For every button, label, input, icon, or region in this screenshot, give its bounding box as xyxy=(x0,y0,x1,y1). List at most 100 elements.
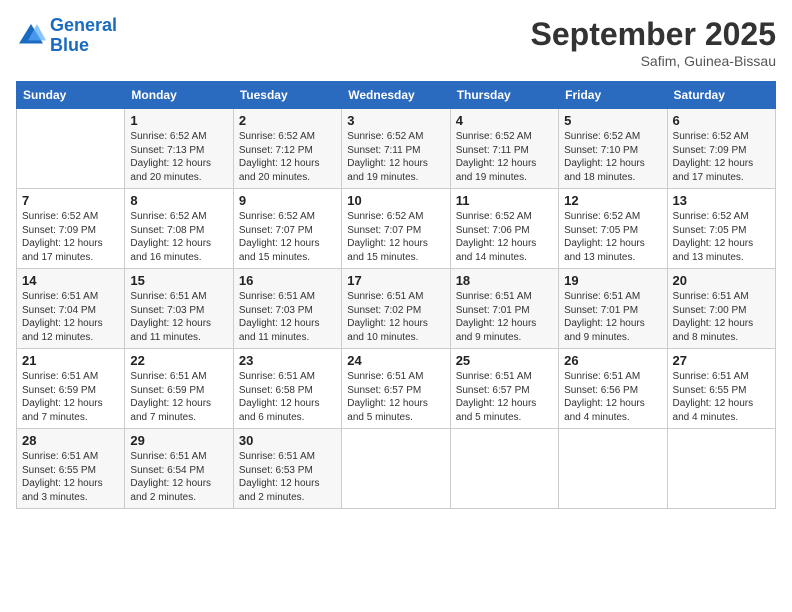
logo: General Blue xyxy=(16,16,117,56)
day-info: Sunrise: 6:51 AM Sunset: 7:03 PM Dayligh… xyxy=(130,290,227,344)
day-number: 3 xyxy=(347,113,444,128)
day-info: Sunrise: 6:51 AM Sunset: 6:57 PM Dayligh… xyxy=(456,370,553,424)
day-number: 28 xyxy=(22,433,119,448)
calendar-cell: 11 Sunrise: 6:52 AM Sunset: 7:06 PM Dayli… xyxy=(450,189,558,269)
day-info: Sunrise: 6:52 AM Sunset: 7:07 PM Dayligh… xyxy=(347,210,444,264)
day-number: 24 xyxy=(347,353,444,368)
calendar-cell: 4 Sunrise: 6:52 AM Sunset: 7:11 PM Daylig… xyxy=(450,109,558,189)
weekday-header: Tuesday xyxy=(233,82,341,109)
day-number: 11 xyxy=(456,193,553,208)
day-number: 2 xyxy=(239,113,336,128)
day-info: Sunrise: 6:52 AM Sunset: 7:06 PM Dayligh… xyxy=(456,210,553,264)
day-info: Sunrise: 6:52 AM Sunset: 7:13 PM Dayligh… xyxy=(130,130,227,184)
day-info: Sunrise: 6:51 AM Sunset: 6:56 PM Dayligh… xyxy=(564,370,661,424)
calendar-week-row: 7Sunrise: 6:52 AM Sunset: 7:09 PM Daylig… xyxy=(17,189,776,269)
day-info: Sunrise: 6:51 AM Sunset: 6:53 PM Dayligh… xyxy=(239,450,336,504)
day-info: Sunrise: 6:51 AM Sunset: 7:01 PM Dayligh… xyxy=(456,290,553,344)
calendar-week-row: 28 Sunrise: 6:51 AM Sunset: 6:55 PM Dayli… xyxy=(17,429,776,509)
calendar-cell: 5 Sunrise: 6:52 AM Sunset: 7:10 PM Daylig… xyxy=(559,109,667,189)
day-info: Sunrise: 6:51 AM Sunset: 7:02 PM Dayligh… xyxy=(347,290,444,344)
calendar-cell: 19 Sunrise: 6:51 AM Sunset: 7:01 PM Dayli… xyxy=(559,269,667,349)
day-info: Sunrise: 6:51 AM Sunset: 6:55 PM Dayligh… xyxy=(22,450,119,504)
calendar-cell: 12Sunrise: 6:52 AM Sunset: 7:05 PM Dayli… xyxy=(559,189,667,269)
day-info: Sunrise: 6:51 AM Sunset: 7:03 PM Dayligh… xyxy=(239,290,336,344)
day-number: 10 xyxy=(347,193,444,208)
day-number: 7 xyxy=(22,193,119,208)
day-number: 8 xyxy=(130,193,227,208)
weekday-header: Friday xyxy=(559,82,667,109)
day-number: 16 xyxy=(239,273,336,288)
day-info: Sunrise: 6:51 AM Sunset: 6:55 PM Dayligh… xyxy=(673,370,770,424)
day-info: Sunrise: 6:51 AM Sunset: 6:59 PM Dayligh… xyxy=(22,370,119,424)
calendar-cell: 24 Sunrise: 6:51 AM Sunset: 6:57 PM Dayli… xyxy=(342,349,450,429)
calendar-cell: 21Sunrise: 6:51 AM Sunset: 6:59 PM Dayli… xyxy=(17,349,125,429)
weekday-header: Monday xyxy=(125,82,233,109)
day-number: 18 xyxy=(456,273,553,288)
logo-line1: General xyxy=(50,15,117,35)
calendar-cell: 27Sunrise: 6:51 AM Sunset: 6:55 PM Dayli… xyxy=(667,349,775,429)
calendar-cell: 20 Sunrise: 6:51 AM Sunset: 7:00 PM Dayli… xyxy=(667,269,775,349)
logo-text: General Blue xyxy=(50,16,117,56)
calendar-cell: 2 Sunrise: 6:52 AM Sunset: 7:12 PM Daylig… xyxy=(233,109,341,189)
calendar-week-row: 1 Sunrise: 6:52 AM Sunset: 7:13 PM Daylig… xyxy=(17,109,776,189)
calendar-cell: 13 Sunrise: 6:52 AM Sunset: 7:05 PM Dayli… xyxy=(667,189,775,269)
day-info: Sunrise: 6:52 AM Sunset: 7:05 PM Dayligh… xyxy=(673,210,770,264)
calendar-cell: 26Sunrise: 6:51 AM Sunset: 6:56 PM Dayli… xyxy=(559,349,667,429)
day-info: Sunrise: 6:51 AM Sunset: 7:01 PM Dayligh… xyxy=(564,290,661,344)
day-info: Sunrise: 6:51 AM Sunset: 6:57 PM Dayligh… xyxy=(347,370,444,424)
calendar-cell: 6Sunrise: 6:52 AM Sunset: 7:09 PM Daylig… xyxy=(667,109,775,189)
day-number: 30 xyxy=(239,433,336,448)
day-info: Sunrise: 6:52 AM Sunset: 7:12 PM Dayligh… xyxy=(239,130,336,184)
logo-line2: Blue xyxy=(50,35,89,55)
day-number: 15 xyxy=(130,273,227,288)
title-block: September 2025 Safim, Guinea-Bissau xyxy=(531,16,776,69)
day-number: 1 xyxy=(130,113,227,128)
calendar-cell: 29 Sunrise: 6:51 AM Sunset: 6:54 PM Dayli… xyxy=(125,429,233,509)
calendar-week-row: 21Sunrise: 6:51 AM Sunset: 6:59 PM Dayli… xyxy=(17,349,776,429)
calendar-cell: 9 Sunrise: 6:52 AM Sunset: 7:07 PM Daylig… xyxy=(233,189,341,269)
weekday-header: Wednesday xyxy=(342,82,450,109)
day-number: 13 xyxy=(673,193,770,208)
day-number: 14 xyxy=(22,273,119,288)
day-info: Sunrise: 6:52 AM Sunset: 7:09 PM Dayligh… xyxy=(673,130,770,184)
calendar-week-row: 14Sunrise: 6:51 AM Sunset: 7:04 PM Dayli… xyxy=(17,269,776,349)
calendar-cell xyxy=(559,429,667,509)
location: Safim, Guinea-Bissau xyxy=(531,53,776,69)
day-number: 20 xyxy=(673,273,770,288)
page-header: General Blue September 2025 Safim, Guine… xyxy=(16,16,776,69)
calendar-table: SundayMondayTuesdayWednesdayThursdayFrid… xyxy=(16,81,776,509)
day-number: 9 xyxy=(239,193,336,208)
day-info: Sunrise: 6:52 AM Sunset: 7:08 PM Dayligh… xyxy=(130,210,227,264)
day-info: Sunrise: 6:51 AM Sunset: 6:54 PM Dayligh… xyxy=(130,450,227,504)
calendar-cell: 15 Sunrise: 6:51 AM Sunset: 7:03 PM Dayli… xyxy=(125,269,233,349)
calendar-cell: 18 Sunrise: 6:51 AM Sunset: 7:01 PM Dayli… xyxy=(450,269,558,349)
logo-icon xyxy=(16,21,46,51)
calendar-cell: 17 Sunrise: 6:51 AM Sunset: 7:02 PM Dayli… xyxy=(342,269,450,349)
day-number: 4 xyxy=(456,113,553,128)
day-number: 25 xyxy=(456,353,553,368)
day-info: Sunrise: 6:52 AM Sunset: 7:11 PM Dayligh… xyxy=(347,130,444,184)
calendar-cell: 22 Sunrise: 6:51 AM Sunset: 6:59 PM Dayli… xyxy=(125,349,233,429)
day-number: 29 xyxy=(130,433,227,448)
day-number: 23 xyxy=(239,353,336,368)
day-number: 22 xyxy=(130,353,227,368)
calendar-cell: 30 Sunrise: 6:51 AM Sunset: 6:53 PM Dayli… xyxy=(233,429,341,509)
day-number: 5 xyxy=(564,113,661,128)
day-info: Sunrise: 6:52 AM Sunset: 7:11 PM Dayligh… xyxy=(456,130,553,184)
month-title: September 2025 xyxy=(531,16,776,53)
calendar-cell xyxy=(450,429,558,509)
calendar-cell: 28 Sunrise: 6:51 AM Sunset: 6:55 PM Dayli… xyxy=(17,429,125,509)
calendar-cell: 10 Sunrise: 6:52 AM Sunset: 7:07 PM Dayli… xyxy=(342,189,450,269)
day-info: Sunrise: 6:52 AM Sunset: 7:07 PM Dayligh… xyxy=(239,210,336,264)
weekday-header: Sunday xyxy=(17,82,125,109)
calendar-cell: 16 Sunrise: 6:51 AM Sunset: 7:03 PM Dayli… xyxy=(233,269,341,349)
day-info: Sunrise: 6:51 AM Sunset: 6:59 PM Dayligh… xyxy=(130,370,227,424)
day-info: Sunrise: 6:51 AM Sunset: 7:00 PM Dayligh… xyxy=(673,290,770,344)
calendar-cell: 14Sunrise: 6:51 AM Sunset: 7:04 PM Dayli… xyxy=(17,269,125,349)
calendar-header-row: SundayMondayTuesdayWednesdayThursdayFrid… xyxy=(17,82,776,109)
day-number: 19 xyxy=(564,273,661,288)
day-info: Sunrise: 6:52 AM Sunset: 7:10 PM Dayligh… xyxy=(564,130,661,184)
weekday-header: Thursday xyxy=(450,82,558,109)
calendar-cell: 8 Sunrise: 6:52 AM Sunset: 7:08 PM Daylig… xyxy=(125,189,233,269)
day-number: 17 xyxy=(347,273,444,288)
